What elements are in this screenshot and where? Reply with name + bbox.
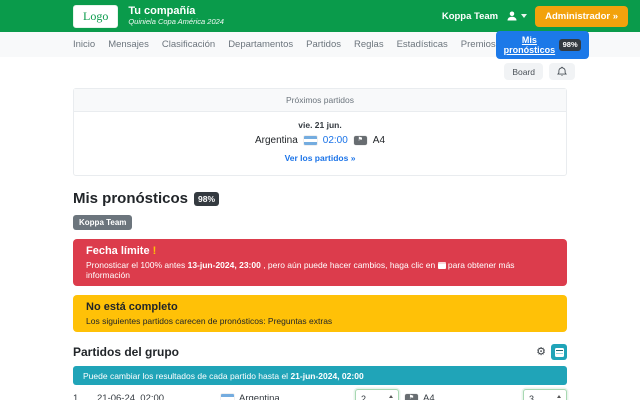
nav-link-clasificacin[interactable]: Clasificación [162, 39, 215, 50]
team2-score-value: 3 [529, 393, 535, 400]
edit-deadline-info-bar: Puede cambiar los resultados de cada par… [73, 366, 567, 385]
incomplete-alert-text: Los siguientes partidos carecen de pronó… [86, 316, 333, 326]
nav-link-mensajes[interactable]: Mensajes [108, 39, 149, 50]
nav-link-partidos[interactable]: Partidos [306, 39, 341, 50]
logo: Logo [73, 4, 119, 28]
header-titles: Tu compañía Quiniela Copa América 2024 [128, 5, 224, 26]
nav-link-inicio[interactable]: Inicio [73, 39, 95, 50]
match-row: 1 21-06-24, 02:00 Argentina 2 ⚑ A4 3 [73, 385, 567, 400]
progress-badge: 98% [194, 191, 220, 206]
group-matches-heading-row: Partidos del grupo ⚙ [73, 344, 567, 360]
edit-deadline-datetime: 21-jun-2024, 02:00 [290, 370, 364, 381]
team1-score-select[interactable]: 2 [355, 388, 399, 400]
person-icon [507, 11, 517, 21]
calendar-icon [554, 347, 564, 357]
spinner-arrows-icon [557, 394, 561, 400]
match-datetime: 21-06-24, 02:00 [97, 393, 165, 400]
team1-flag-icon [221, 394, 234, 400]
app-header: Logo Tu compañía Quiniela Copa América 2… [0, 0, 640, 32]
nav-links: Inicio Mensajes Clasificación Departamentos… [73, 39, 496, 50]
user-name: Koppa Team [441, 10, 499, 22]
match-rows: 1 21-06-24, 02:00 Argentina 2 ⚑ A4 3 2 2… [73, 385, 567, 400]
calendar-icon [437, 262, 446, 269]
top-toolrow: Board [0, 57, 640, 80]
spinner-arrows-icon [389, 394, 393, 400]
upcoming-match-line: Argentina 02:00 ⚑ A4 [74, 135, 566, 146]
deadline-datetime: 13-jun-2024, 23:00 [187, 260, 261, 270]
predictions-progress-badge: 98% [559, 38, 582, 51]
team-badge[interactable]: Koppa Team [73, 215, 133, 230]
argentina-flag-icon [303, 136, 317, 145]
upcoming-team2-name: A4 [372, 135, 386, 146]
nav-link-estadsticas[interactable]: Estadísticas [397, 39, 448, 50]
calendar-view-button[interactable] [551, 344, 567, 360]
chevron-down-icon [521, 14, 528, 18]
match-number: 1 [73, 393, 79, 400]
my-predictions-label: Mis pronósticos [503, 34, 556, 55]
group-matches-title: Partidos del grupo [73, 345, 180, 359]
upcoming-match-time-link[interactable]: 02:00 [323, 135, 348, 146]
deadline-alert-text: Pronosticar el 100% antes 13-jun-2024, 2… [86, 260, 515, 280]
board-button[interactable]: Board [504, 63, 543, 80]
team1-name: Argentina [239, 393, 280, 400]
predictions-heading-row: Mis pronósticos 98% [73, 190, 567, 207]
my-predictions-button[interactable]: Mis pronósticos 98% [495, 30, 590, 59]
team2-name: A4 [423, 393, 435, 400]
team1-score-value: 2 [361, 393, 367, 400]
incomplete-alert-title: No está completo [86, 301, 178, 313]
see-all-matches-link[interactable]: Ver los partidos » [285, 153, 356, 163]
team2-flag-icon: ⚑ [405, 394, 418, 400]
upcoming-match-date: vie. 21 jun. [298, 120, 342, 130]
gear-icon[interactable]: ⚙ [536, 346, 546, 358]
nav-link-reglas[interactable]: Reglas [354, 39, 384, 50]
user-menu[interactable] [506, 10, 528, 22]
upcoming-matches-card: Próximos partidos vie. 21 jun. Argentina… [73, 88, 567, 176]
nav-link-premios[interactable]: Premios [461, 39, 496, 50]
incomplete-alert: No está completo Los siguientes partidos… [73, 295, 567, 332]
bell-icon [557, 66, 567, 76]
upcoming-card-title: Próximos partidos [74, 89, 566, 112]
main-nav: Inicio Mensajes Clasificación Departamentos… [0, 30, 640, 59]
page-title: Mis pronósticos [73, 190, 189, 207]
upcoming-team1-name: Argentina [254, 135, 298, 146]
exclamation-mark: ! [152, 245, 157, 257]
admin-button[interactable]: Administrador » [535, 5, 628, 27]
placeholder-flag-icon: ⚑ [353, 136, 367, 145]
pool-subtitle: Quiniela Copa América 2024 [128, 17, 224, 26]
team2-score-select[interactable]: 3 [523, 388, 567, 400]
notifications-button[interactable] [549, 63, 575, 80]
deadline-alert: Fecha límite ! Pronosticar el 100% antes… [73, 239, 567, 286]
nav-link-departamentos[interactable]: Departamentos [228, 39, 293, 50]
deadline-alert-title: Fecha límite ! [86, 245, 157, 257]
